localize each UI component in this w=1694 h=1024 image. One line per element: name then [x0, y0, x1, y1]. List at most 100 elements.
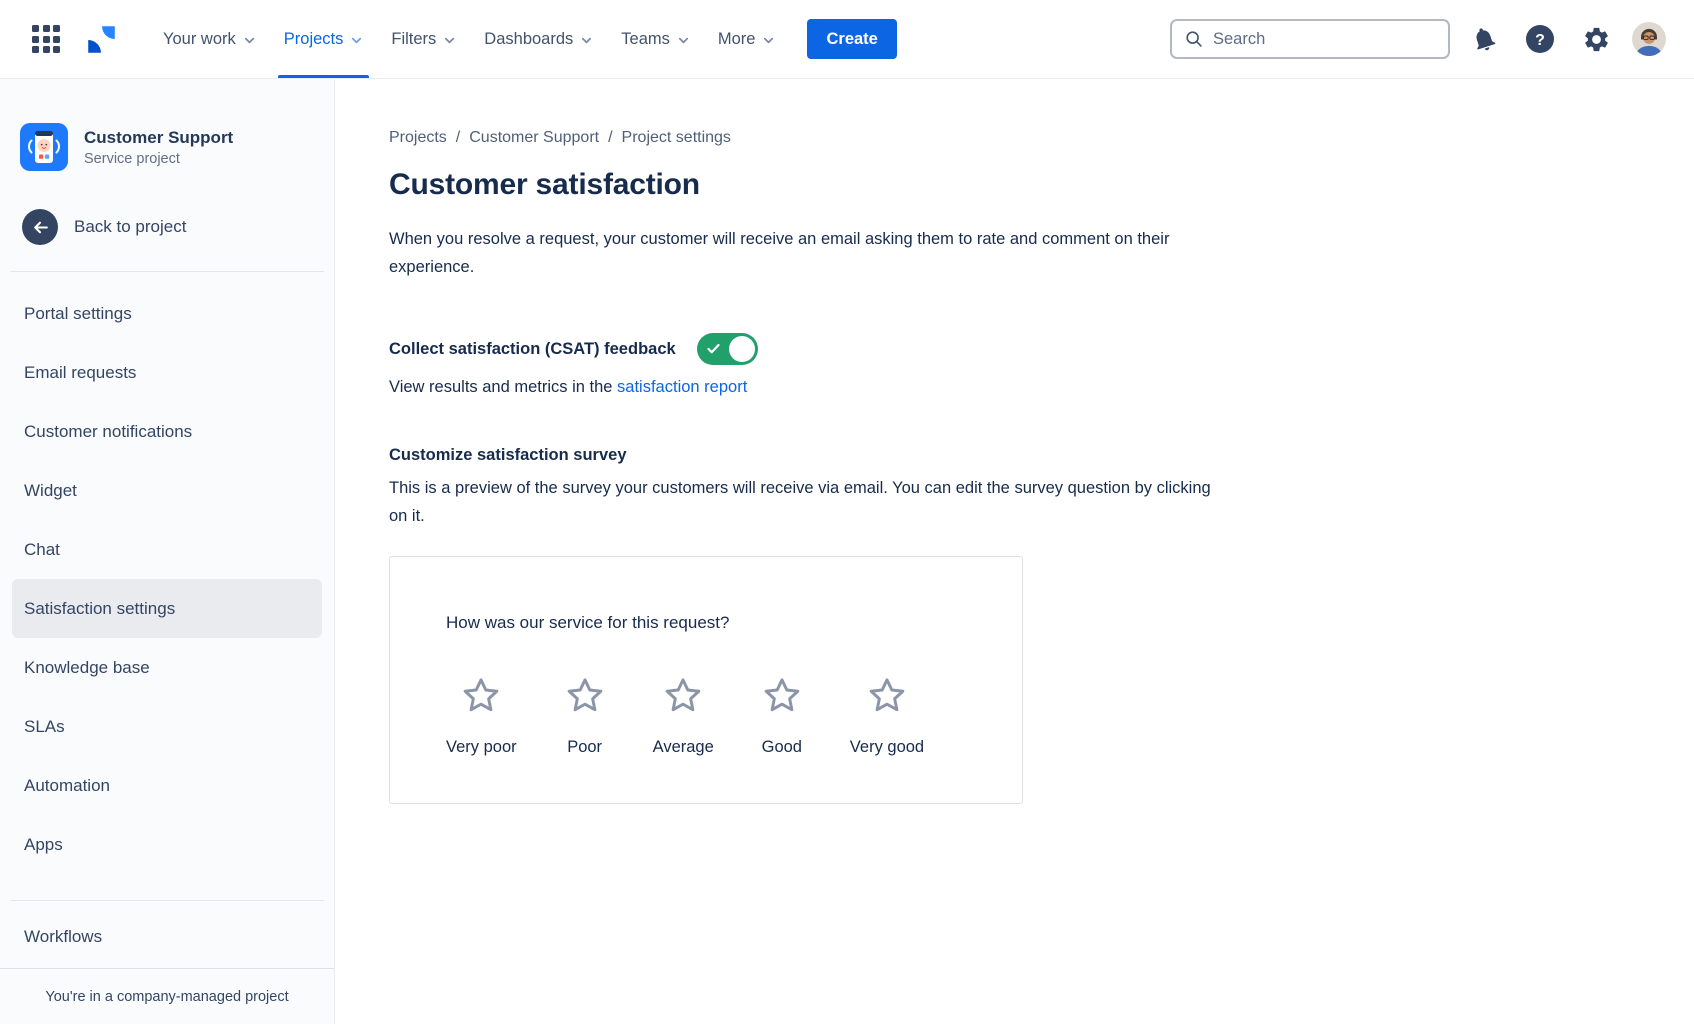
main-content: Projects / Customer Support / Project se…: [335, 79, 1694, 1024]
rating-average[interactable]: Average: [653, 675, 714, 757]
sidebar-item-email-requests[interactable]: Email requests: [12, 343, 322, 402]
notifications-button[interactable]: [1462, 17, 1506, 61]
top-nav-right: ?: [1170, 17, 1666, 61]
divider: [10, 900, 324, 901]
top-nav-left: Your work Projects Filters Dashboards Te…: [28, 0, 897, 78]
star-icon: [866, 675, 908, 717]
nav-item-projects[interactable]: Projects: [270, 0, 378, 78]
sidebar-item-chat[interactable]: Chat: [12, 520, 322, 579]
sidebar-item-portal-settings[interactable]: Portal settings: [12, 284, 322, 343]
rating-good[interactable]: Good: [760, 675, 804, 757]
nav-item-filters[interactable]: Filters: [377, 0, 470, 78]
nav-item-label: Teams: [621, 30, 670, 49]
app-root: Your work Projects Filters Dashboards Te…: [0, 0, 1694, 1024]
top-nav: Your work Projects Filters Dashboards Te…: [0, 0, 1694, 79]
project-title-block: Customer Support Service project: [84, 128, 233, 167]
sidebar-item-satisfaction-settings[interactable]: Satisfaction settings: [12, 579, 322, 638]
sidebar-item-slas[interactable]: SLAs: [12, 697, 322, 756]
page-title: Customer satisfaction: [389, 168, 1634, 202]
nav-item-label: More: [718, 30, 756, 49]
primary-nav: Your work Projects Filters Dashboards Te…: [149, 0, 789, 78]
metrics-text-prefix: View results and metrics in the: [389, 378, 617, 396]
rating-label: Good: [762, 738, 802, 757]
sidebar-item-workflows[interactable]: Workflows: [12, 907, 322, 966]
chevron-down-icon: [443, 34, 456, 47]
nav-item-dashboards[interactable]: Dashboards: [470, 0, 607, 78]
nav-item-label: Dashboards: [484, 30, 573, 49]
search-icon: [1184, 29, 1204, 49]
breadcrumb-projects[interactable]: Projects: [389, 129, 447, 147]
chevron-down-icon: [677, 34, 690, 47]
breadcrumb-customer-support[interactable]: Customer Support: [469, 129, 599, 147]
nav-item-label: Projects: [284, 30, 344, 49]
breadcrumb-separator: /: [456, 129, 460, 147]
sidebar-item-widget[interactable]: Widget: [12, 461, 322, 520]
rating-label: Average: [653, 738, 714, 757]
customize-heading: Customize satisfaction survey: [389, 446, 1634, 465]
create-button[interactable]: Create: [807, 19, 896, 59]
rating-very-good[interactable]: Very good: [850, 675, 924, 757]
gear-icon: [1582, 25, 1611, 54]
breadcrumb-separator: /: [608, 129, 612, 147]
check-icon: [707, 343, 720, 355]
search-box: [1170, 19, 1450, 59]
app-switcher-button[interactable]: [28, 21, 64, 57]
csat-toggle[interactable]: [697, 333, 758, 365]
chevron-down-icon: [580, 34, 593, 47]
rating-very-poor[interactable]: Very poor: [446, 675, 517, 757]
nav-item-label: Filters: [391, 30, 436, 49]
back-to-project-button[interactable]: Back to project: [0, 209, 334, 245]
chevron-down-icon: [243, 34, 256, 47]
nav-item-label: Your work: [163, 30, 236, 49]
back-to-project-label: Back to project: [74, 217, 186, 237]
sidebar-item-knowledge-base[interactable]: Knowledge base: [12, 638, 322, 697]
nav-item-your-work[interactable]: Your work: [149, 0, 270, 78]
settings-menu: Portal settings Email requests Customer …: [0, 284, 334, 874]
user-avatar-photo: [1632, 22, 1666, 56]
rating-label: Very good: [850, 738, 924, 757]
csat-toggle-label: Collect satisfaction (CSAT) feedback: [389, 340, 676, 359]
project-name: Customer Support: [84, 128, 233, 148]
jira-logo[interactable]: [82, 20, 121, 59]
breadcrumb: Projects / Customer Support / Project se…: [389, 129, 1634, 147]
bell-icon: [1466, 21, 1501, 56]
help-button[interactable]: ?: [1518, 17, 1562, 61]
sidebar-item-automation[interactable]: Automation: [12, 756, 322, 815]
settings-button[interactable]: [1574, 17, 1618, 61]
search-input[interactable]: [1213, 30, 1436, 49]
chevron-down-icon: [350, 34, 363, 47]
nav-item-teams[interactable]: Teams: [607, 0, 704, 78]
app-switcher-icon: [32, 25, 60, 53]
project-type: Service project: [84, 151, 233, 167]
sidebar: Customer Support Service project Back to…: [0, 79, 335, 1024]
customize-description: This is a preview of the survey your cus…: [389, 474, 1219, 530]
star-icon: [761, 675, 803, 717]
project-management-footer: You're in a company-managed project: [0, 968, 334, 1024]
intro-text: When you resolve a request, your custome…: [389, 225, 1189, 281]
rating-poor[interactable]: Poor: [563, 675, 607, 757]
help-icon: ?: [1525, 24, 1555, 54]
back-arrow-icon: [22, 209, 58, 245]
sidebar-item-apps[interactable]: Apps: [12, 815, 322, 874]
rating-scale: Very poor Poor Average Good Very good: [446, 675, 982, 757]
user-avatar[interactable]: [1632, 22, 1666, 56]
divider: [10, 271, 324, 272]
project-avatar: [20, 123, 68, 171]
nav-item-more[interactable]: More: [704, 0, 790, 78]
rating-label: Poor: [567, 738, 602, 757]
chevron-down-icon: [762, 34, 775, 47]
star-icon: [460, 675, 502, 717]
toggle-knob: [729, 336, 755, 362]
rating-label: Very poor: [446, 738, 517, 757]
svg-text:?: ?: [1535, 32, 1545, 49]
survey-question[interactable]: How was our service for this request?: [446, 613, 982, 633]
csat-toggle-row: Collect satisfaction (CSAT) feedback: [389, 333, 1634, 365]
breadcrumb-project-settings[interactable]: Project settings: [622, 129, 731, 147]
sidebar-item-customer-notifications[interactable]: Customer notifications: [12, 402, 322, 461]
star-icon: [564, 675, 606, 717]
survey-preview-card: How was our service for this request? Ve…: [389, 556, 1023, 804]
metrics-text: View results and metrics in the satisfac…: [389, 378, 1634, 397]
jira-logo-icon: [86, 24, 117, 55]
satisfaction-report-link[interactable]: satisfaction report: [617, 378, 747, 396]
project-header: Customer Support Service project: [0, 79, 334, 171]
